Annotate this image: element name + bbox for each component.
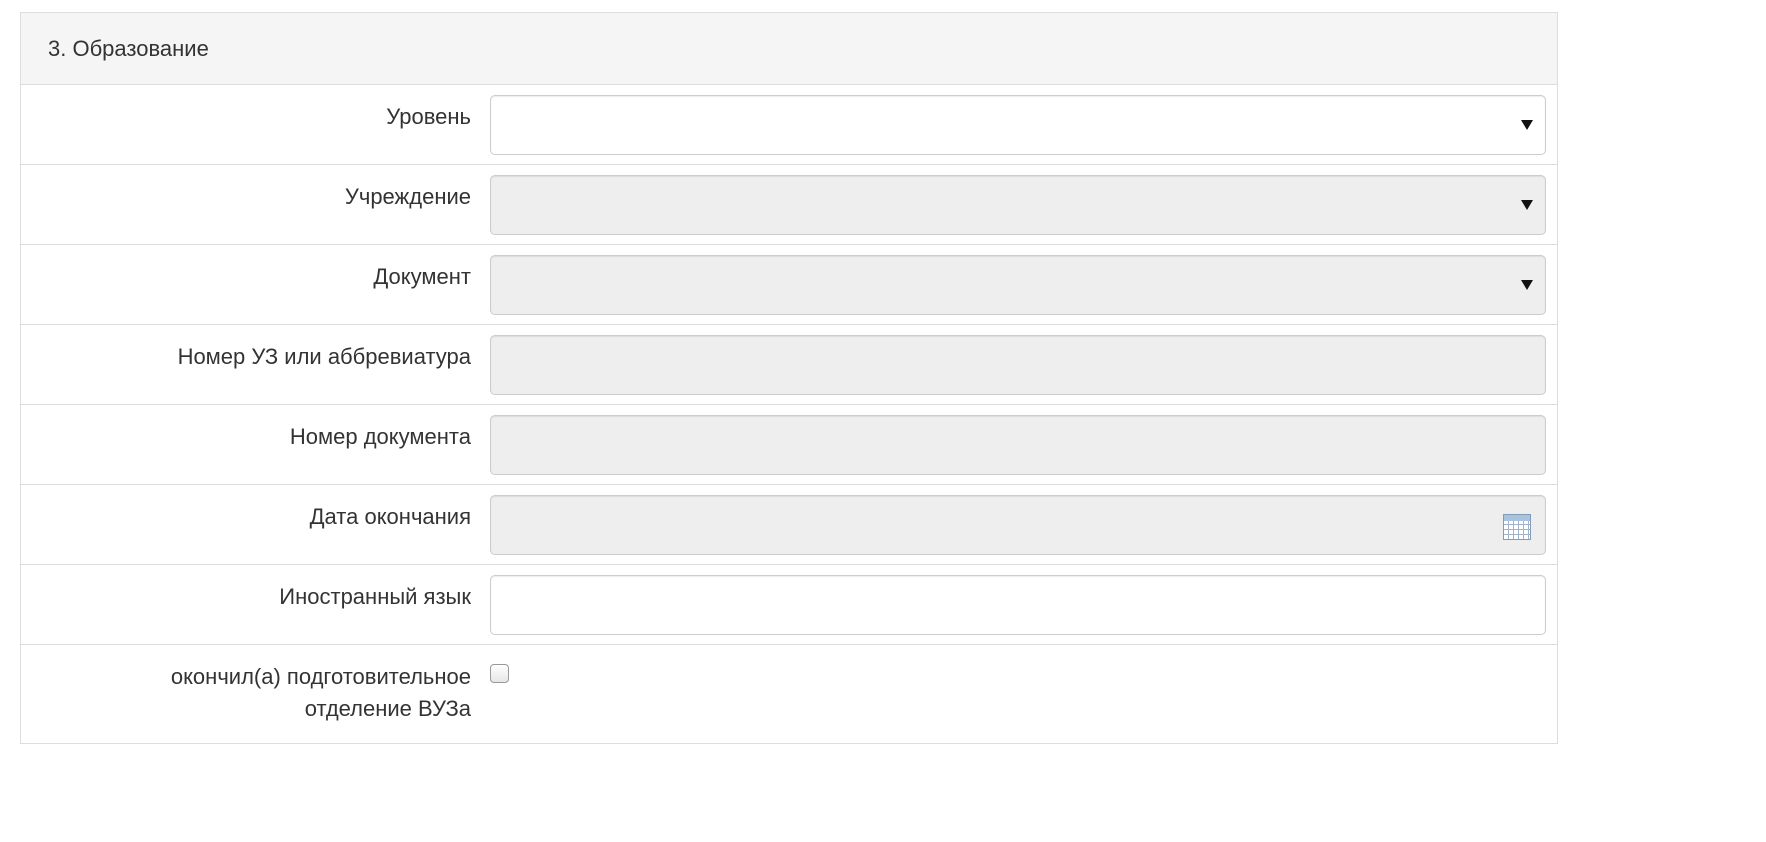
- form-row-institution: Учреждение: [21, 165, 1557, 245]
- form-row-graduation-date: Дата окончания: [21, 485, 1557, 565]
- document-number-input[interactable]: [490, 415, 1546, 475]
- level-label: Уровень: [386, 104, 471, 129]
- form-row-institution-number: Номер УЗ или аббревиатура: [21, 325, 1557, 405]
- prep-department-checkbox[interactable]: [490, 664, 509, 683]
- graduation-date-label: Дата окончания: [309, 504, 471, 529]
- foreign-language-input[interactable]: [490, 575, 1546, 635]
- form-row-document-number: Номер документа: [21, 405, 1557, 485]
- graduation-date-input[interactable]: [490, 495, 1546, 555]
- institution-select[interactable]: [490, 175, 1546, 235]
- education-panel: 3. Образование Уровень Учреждение Докуме…: [20, 12, 1558, 744]
- calendar-icon[interactable]: [1503, 514, 1531, 540]
- prep-department-label-line1: окончил(а) подготовительное: [170, 664, 471, 689]
- chevron-down-icon: [1521, 120, 1533, 130]
- level-select[interactable]: [490, 95, 1546, 155]
- prep-department-label-line2: отделение ВУЗа: [304, 696, 471, 721]
- document-number-label: Номер документа: [289, 424, 471, 449]
- form-row-foreign-language: Иностранный язык: [21, 565, 1557, 645]
- form-row-level: Уровень: [21, 85, 1557, 165]
- prep-department-label: окончил(а) подготовительное отделение ВУ…: [171, 661, 471, 725]
- section-title: 3. Образование: [48, 35, 209, 61]
- panel-heading: 3. Образование: [21, 13, 1557, 85]
- chevron-down-icon: [1521, 280, 1533, 290]
- institution-label: Учреждение: [344, 184, 471, 209]
- institution-number-label: Номер УЗ или аббревиатура: [177, 344, 471, 369]
- document-select[interactable]: [490, 255, 1546, 315]
- institution-number-input[interactable]: [490, 335, 1546, 395]
- form-row-prep-department: окончил(а) подготовительное отделение ВУ…: [21, 645, 1557, 743]
- form-row-document: Документ: [21, 245, 1557, 325]
- document-label: Документ: [373, 264, 471, 289]
- chevron-down-icon: [1521, 200, 1533, 210]
- foreign-language-label: Иностранный язык: [279, 584, 471, 609]
